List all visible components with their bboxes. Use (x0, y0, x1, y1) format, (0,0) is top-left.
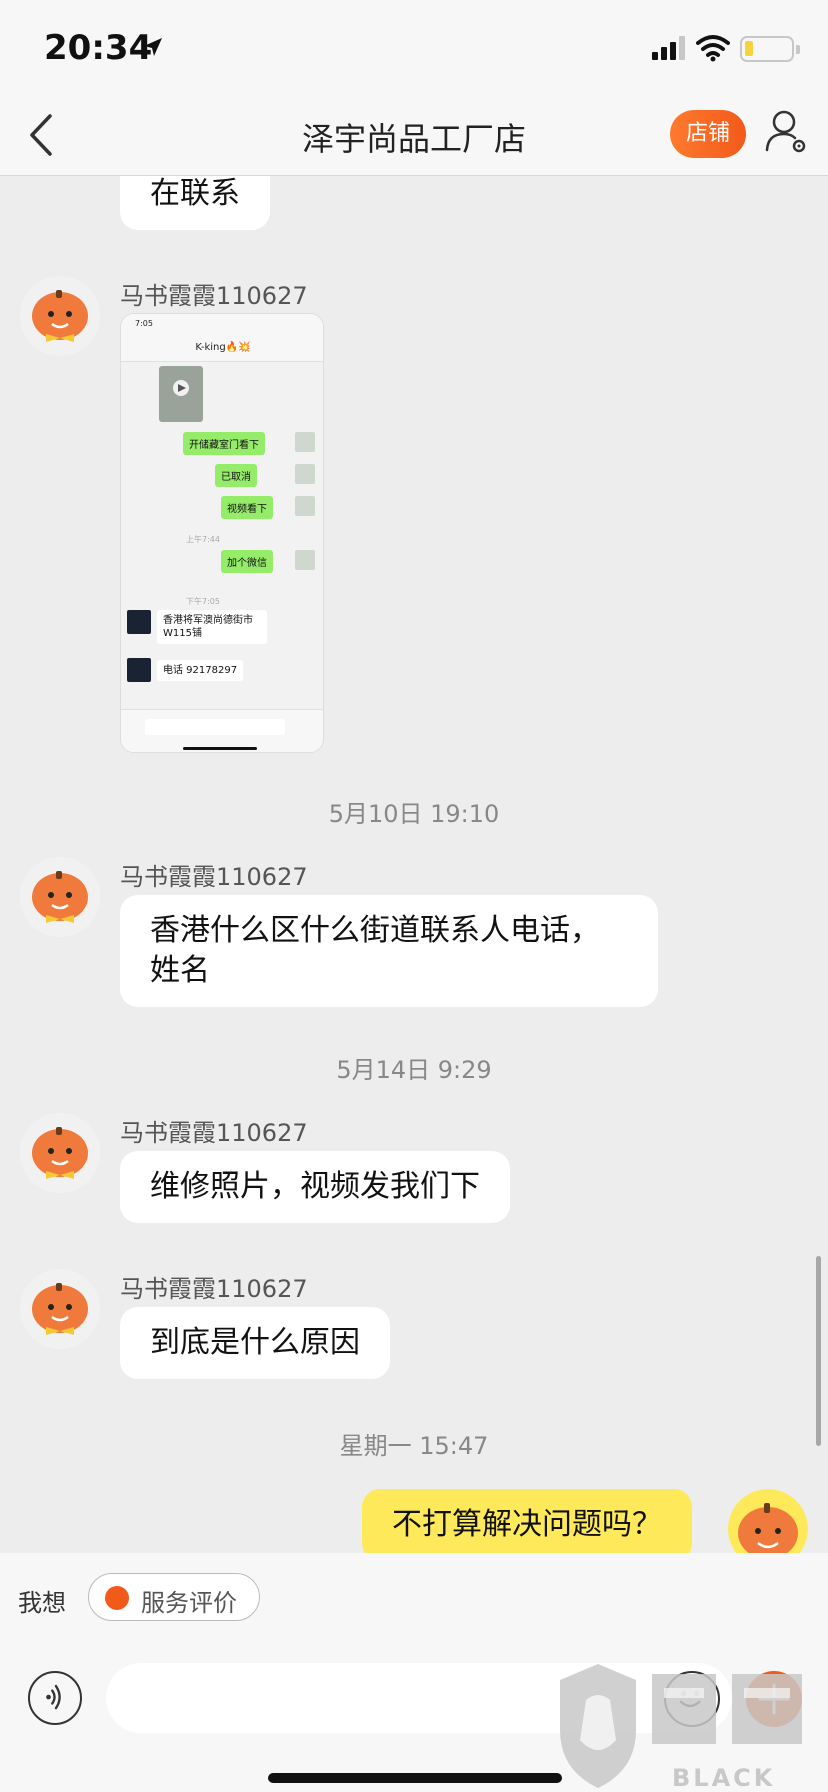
status-bar: 20:34 (0, 0, 828, 96)
mini-avatar (295, 432, 315, 452)
wechat-sent: 视频看下 (221, 496, 273, 519)
timestamp: 5月10日 19:10 (328, 800, 500, 828)
my-avatar[interactable] (728, 1489, 808, 1553)
chat-bubble[interactable]: 到底是什么原因 (120, 1307, 390, 1379)
home-indicator (268, 1773, 562, 1783)
wechat-sent: 已取消 (215, 464, 257, 487)
avatar[interactable] (20, 1113, 100, 1193)
avatar[interactable] (20, 857, 100, 937)
avatar[interactable] (20, 276, 100, 356)
service-rating-chip[interactable]: 服务评价 (88, 1573, 260, 1621)
wechat-sent: 开储藏室门看下 (183, 432, 265, 455)
screenshot-timestamp: 上午7:44 (186, 535, 220, 544)
mini-avatar (127, 610, 151, 634)
chat-bubble[interactable]: 在联系 (120, 176, 270, 230)
chip-label: 服务评价 (141, 1589, 237, 1617)
user-settings-icon[interactable] (764, 108, 808, 156)
voice-icon[interactable] (28, 1671, 82, 1725)
my-chat-bubble[interactable]: 不打算解决问题吗？ (362, 1489, 692, 1553)
mini-avatar (295, 464, 315, 484)
scroll-indicator[interactable] (816, 1256, 821, 1446)
screenshot-title: K-king🔥💥 (121, 334, 323, 362)
location-arrow-icon (144, 38, 162, 56)
wechat-received: 电话 92178297 (157, 660, 244, 681)
mini-avatar (295, 550, 315, 570)
chat-area[interactable]: 在联系 马书霞霞110627 7:05 K-king🔥💥 开储藏室门看下 已取消… (0, 176, 828, 1553)
signal-icon (652, 36, 685, 60)
screenshot-time: 7:05 (135, 319, 153, 328)
wechat-received: 香港将军澳尚德街市W115铺 (157, 610, 267, 644)
sender-name: 马书霞霞110627 (120, 282, 308, 310)
sender-name: 马书霞霞110627 (120, 1119, 308, 1147)
timestamp: 星期一 15:47 (339, 1432, 489, 1460)
chat-bubble[interactable]: 维修照片，视频发我们下 (120, 1151, 510, 1223)
quick-reply-label: 我想 (18, 1589, 66, 1617)
sender-name: 马书霞霞110627 (120, 863, 308, 891)
timestamp: 5月14日 9:29 (336, 1056, 492, 1084)
sender-name: 马书霞霞110627 (120, 1275, 308, 1303)
shop-button[interactable]: 店铺 (670, 110, 746, 158)
wifi-icon (696, 35, 730, 62)
watermark: BLACK CAT (556, 1660, 828, 1792)
mini-avatar (127, 658, 151, 682)
video-thumb (159, 366, 203, 422)
mini-avatar (295, 496, 315, 516)
image-message[interactable]: 7:05 K-king🔥💥 开储藏室门看下 已取消 视频看下 上午7:44 加个… (120, 313, 324, 753)
status-time: 20:34 (44, 28, 153, 68)
watermark-text: BLACK CAT (672, 1764, 776, 1792)
avatar[interactable] (20, 1269, 100, 1349)
chat-bubble[interactable]: 香港什么区什么街道联系人电话，姓名 (120, 895, 658, 1007)
nav-bar: 泽宇尚品工厂店 店铺 (0, 96, 828, 176)
wechat-sent: 加个微信 (221, 550, 273, 573)
screenshot-timestamp: 下午7:05 (186, 597, 220, 606)
battery-icon (740, 36, 800, 62)
screenshot-input-bar (121, 709, 323, 752)
play-icon (173, 380, 189, 396)
rating-icon (105, 1586, 129, 1610)
